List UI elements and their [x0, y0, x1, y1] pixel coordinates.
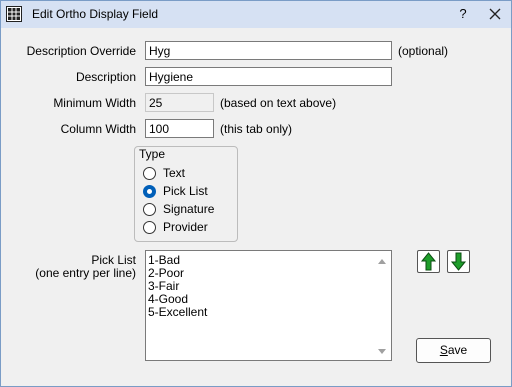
radio-label: Text — [163, 166, 186, 180]
type-group-title: Type — [138, 147, 167, 161]
radio-button[interactable] — [143, 167, 156, 180]
pick-list-textarea[interactable]: 1-Bad 2-Poor 3-Fair 4-Good 5-Excellent — [145, 250, 392, 361]
radio-label: Provider — [163, 220, 208, 234]
save-mnemonic: S — [439, 343, 448, 357]
close-icon — [489, 8, 501, 20]
window-title: Edit Ortho Display Field — [32, 7, 159, 21]
arrow-up-icon — [420, 252, 437, 271]
arrow-down-icon — [450, 252, 467, 271]
scroll-up-icon[interactable] — [378, 259, 386, 264]
scroll-down-icon[interactable] — [378, 349, 386, 354]
save-label-rest: ave — [447, 343, 468, 357]
description-label: Description — [75, 70, 136, 84]
vertical-scrollbar[interactable] — [374, 251, 391, 360]
radio-button-selected[interactable] — [143, 185, 156, 198]
column-width-input[interactable]: 100 — [145, 119, 214, 138]
minimum-width-field: 25 — [145, 93, 214, 112]
grid-icon — [6, 6, 22, 22]
pick-list-label: Pick List — [91, 253, 136, 267]
close-button[interactable] — [484, 3, 506, 25]
radio-label: Pick List — [163, 184, 208, 198]
pick-list-entry: 5-Excellent — [148, 305, 208, 319]
title-bar[interactable]: Edit Ortho Display Field ? — [1, 1, 511, 28]
dialog-window: Edit Ortho Display Field ? Description O… — [0, 0, 512, 387]
help-button[interactable]: ? — [452, 3, 474, 25]
radio-button[interactable] — [143, 221, 156, 234]
column-width-note: (this tab only) — [220, 122, 293, 136]
description-override-note: (optional) — [398, 44, 449, 58]
move-down-button[interactable] — [447, 250, 470, 273]
description-override-input[interactable]: Hyg — [145, 41, 392, 60]
save-button[interactable]: Save — [416, 338, 491, 363]
radio-label: Signature — [163, 202, 215, 216]
description-override-label: Description Override — [26, 44, 136, 58]
radio-button[interactable] — [143, 203, 156, 216]
move-up-button[interactable] — [417, 250, 440, 273]
pick-list-entry: 2-Poor — [148, 266, 185, 280]
minimum-width-note: (based on text above) — [220, 96, 337, 110]
pick-list-hint: (one entry per line) — [35, 266, 136, 280]
description-input[interactable]: Hygiene — [145, 67, 392, 86]
minimum-width-label: Minimum Width — [53, 96, 136, 110]
column-width-label: Column Width — [60, 122, 136, 136]
